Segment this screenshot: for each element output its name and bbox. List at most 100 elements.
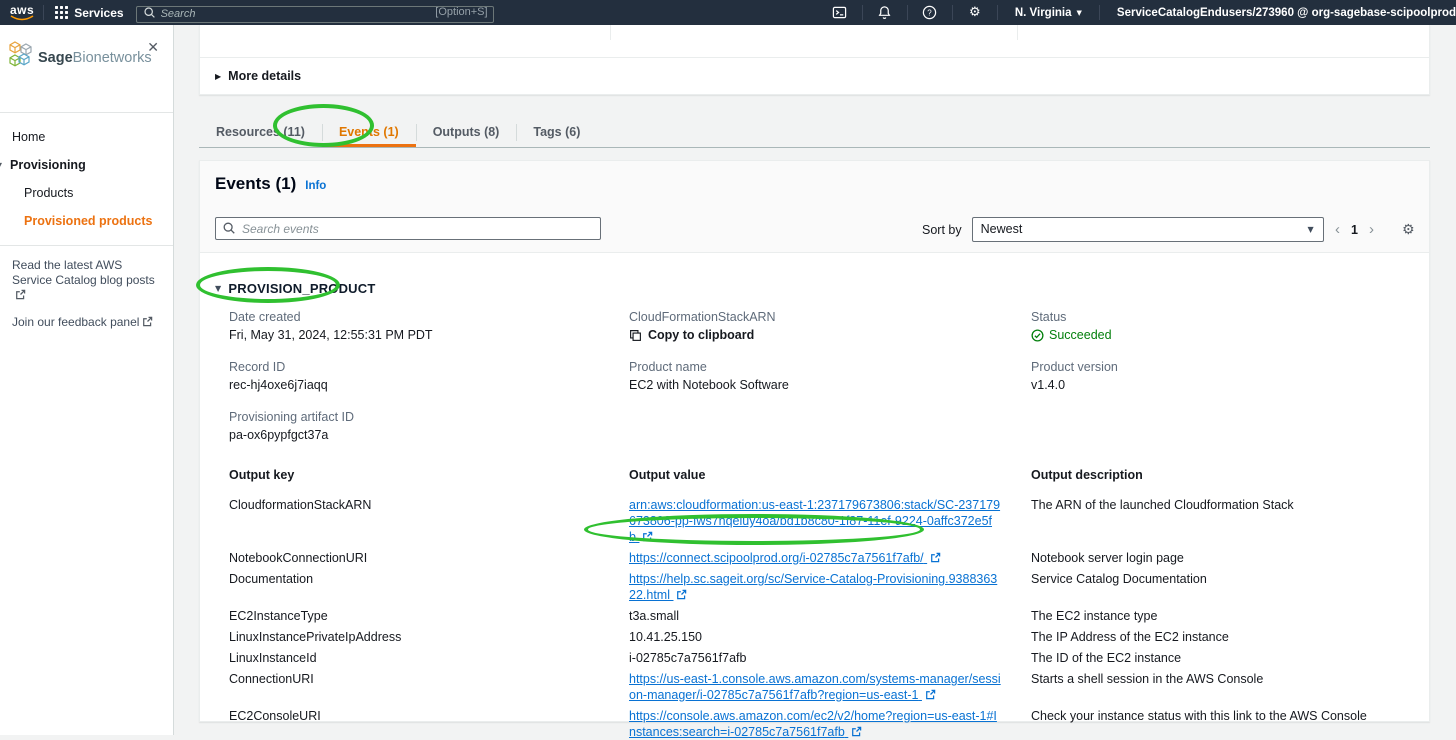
prev-page-button[interactable]: ‹ bbox=[1328, 218, 1347, 241]
output-value: t3a.small bbox=[629, 608, 1031, 624]
provision-product-toggle[interactable]: ▼ PROVISION_PRODUCT bbox=[215, 281, 1429, 296]
copy-icon bbox=[629, 329, 642, 342]
services-menu[interactable]: Services bbox=[53, 5, 123, 21]
column-header-output-value: Output value bbox=[629, 468, 1031, 492]
output-value: https://connect.scipoolprod.org/i-02785c… bbox=[629, 550, 1031, 566]
events-title: Events (1) bbox=[215, 174, 296, 194]
sidebar-item-provisioning[interactable]: ▾ Provisioning bbox=[0, 151, 173, 179]
output-description: Check your instance status with this lin… bbox=[1031, 708, 1415, 740]
chevron-down-icon: ▼ bbox=[1077, 9, 1082, 17]
more-details-toggle[interactable]: ▶ More details bbox=[215, 69, 301, 83]
services-grid-icon bbox=[53, 5, 69, 21]
svg-text:?: ? bbox=[928, 8, 933, 17]
output-key: Documentation bbox=[229, 571, 629, 603]
gear-icon: ⚙ bbox=[1402, 222, 1415, 238]
event-details: Date created Fri, May 31, 2024, 12:55:31… bbox=[215, 296, 1429, 460]
status-badge: Succeeded bbox=[1031, 327, 1399, 343]
events-card-body: ▼ PROVISION_PRODUCT Date created Fri, Ma… bbox=[200, 253, 1429, 740]
search-shortcut-hint: [Option+S] bbox=[435, 6, 487, 18]
tab-tags[interactable]: Tags (6) bbox=[516, 117, 597, 147]
region-selector[interactable]: N. Virginia ▼ bbox=[1007, 7, 1090, 19]
output-value: https://us-east-1.console.aws.amazon.com… bbox=[629, 671, 1031, 703]
tab-events[interactable]: Events (1) bbox=[322, 117, 416, 147]
account-menu[interactable]: ServiceCatalogEndusers/273960 @ org-sage… bbox=[1109, 7, 1456, 19]
output-description: The EC2 instance type bbox=[1031, 608, 1415, 624]
divider bbox=[997, 5, 998, 20]
external-link-icon bbox=[676, 589, 687, 600]
sidebar-links: Read the latest AWS Service Catalog blog… bbox=[0, 246, 173, 330]
field-record-id: Record ID rec-hj4oxe6j7iaqq bbox=[229, 360, 629, 393]
cloudshell-icon bbox=[832, 5, 847, 20]
topbar: aws Services [Option+S] ? ⚙ N. bbox=[0, 0, 1456, 25]
events-search bbox=[215, 217, 601, 240]
next-page-button[interactable]: › bbox=[1362, 218, 1381, 241]
check-circle-icon bbox=[1031, 329, 1044, 342]
copy-to-clipboard-button[interactable]: Copy to clipboard bbox=[629, 327, 1001, 343]
external-link-icon bbox=[642, 531, 653, 542]
external-link-icon bbox=[851, 726, 862, 737]
output-key: CloudformationStackARN bbox=[229, 497, 629, 545]
bell-icon bbox=[877, 5, 892, 20]
output-link[interactable]: https://help.sc.sageit.org/sc/Service-Ca… bbox=[629, 572, 997, 602]
sidebar-logo: SageBionetworks ✕ bbox=[0, 25, 173, 112]
tab-bar: Resources (11) Events (1) Outputs (8) Ta… bbox=[199, 117, 1430, 148]
sort-by-label: Sort by bbox=[922, 223, 962, 237]
aws-logo[interactable]: aws bbox=[10, 5, 34, 21]
output-key: EC2ConsoleURI bbox=[229, 708, 629, 740]
notifications-button[interactable] bbox=[872, 0, 898, 25]
divider bbox=[862, 5, 863, 20]
help-button[interactable]: ? bbox=[917, 0, 943, 25]
events-search-input[interactable] bbox=[215, 217, 601, 240]
field-product-version: Product version v1.4.0 bbox=[1031, 360, 1429, 393]
events-settings-button[interactable]: ⚙ bbox=[1396, 217, 1421, 242]
sort-select[interactable]: Newest ▼ bbox=[972, 217, 1324, 242]
output-link[interactable]: https://us-east-1.console.aws.amazon.com… bbox=[629, 672, 1001, 702]
gear-icon: ⚙ bbox=[969, 5, 981, 20]
output-value: i-02785c7a7561f7afb bbox=[629, 650, 1031, 666]
output-link[interactable]: arn:aws:cloudformation:us-east-1:2371796… bbox=[629, 498, 1000, 544]
global-search: [Option+S] bbox=[136, 4, 494, 21]
brand-name: SageBionetworks bbox=[38, 50, 152, 66]
divider bbox=[952, 5, 953, 20]
output-value: arn:aws:cloudformation:us-east-1:2371796… bbox=[629, 497, 1031, 545]
tab-outputs[interactable]: Outputs (8) bbox=[416, 117, 517, 147]
outputs-table: Output key Output value Output descripti… bbox=[215, 460, 1429, 740]
cloudshell-button[interactable] bbox=[827, 0, 853, 25]
sidebar-item-provisioned-products[interactable]: Provisioned products bbox=[0, 207, 173, 235]
field-stack-arn: CloudFormationStackARN Copy to clipboard bbox=[629, 310, 1031, 343]
sidebar-item-products[interactable]: Products bbox=[0, 179, 173, 207]
output-description: Notebook server login page bbox=[1031, 550, 1415, 566]
region-label: N. Virginia bbox=[1015, 7, 1072, 19]
column-header-output-description: Output description bbox=[1031, 468, 1415, 492]
output-value: 10.41.25.150 bbox=[629, 629, 1031, 645]
external-link-icon bbox=[15, 289, 26, 300]
aws-smile-icon bbox=[10, 15, 34, 21]
main-content: ▶ More details Resources (11) Events (1)… bbox=[174, 25, 1456, 735]
question-icon: ? bbox=[922, 5, 937, 20]
output-link[interactable]: https://connect.scipoolprod.org/i-02785c… bbox=[629, 551, 941, 565]
output-key: EC2InstanceType bbox=[229, 608, 629, 624]
events-card-header: Events (1) Info Sort by Newest ▼ ‹ 1 › bbox=[200, 161, 1429, 253]
feedback-link[interactable]: Join our feedback panel bbox=[12, 315, 161, 330]
divider bbox=[1017, 25, 1018, 40]
divider bbox=[907, 5, 908, 20]
close-icon[interactable]: ✕ bbox=[147, 41, 159, 55]
chevron-down-icon: ▼ bbox=[1307, 218, 1313, 241]
external-link-icon bbox=[142, 316, 153, 327]
divider bbox=[200, 57, 1429, 58]
settings-button[interactable]: ⚙ bbox=[962, 0, 988, 25]
field-artifact-id: Provisioning artifact ID pa-ox6pypfgct37… bbox=[229, 410, 629, 443]
output-key: LinuxInstancePrivateIpAddress bbox=[229, 629, 629, 645]
info-link[interactable]: Info bbox=[305, 180, 326, 192]
field-status: Status Succeeded bbox=[1031, 310, 1429, 343]
field-product-name: Product name EC2 with Notebook Software bbox=[629, 360, 1031, 393]
external-link-icon bbox=[925, 689, 936, 700]
tab-resources[interactable]: Resources (11) bbox=[199, 117, 322, 147]
events-card: Events (1) Info Sort by Newest ▼ ‹ 1 › bbox=[199, 160, 1430, 722]
sage-cubes-icon bbox=[8, 40, 35, 75]
chevron-down-icon: ▼ bbox=[215, 284, 221, 293]
blog-link[interactable]: Read the latest AWS Service Catalog blog… bbox=[12, 258, 161, 303]
sidebar-item-home[interactable]: Home bbox=[0, 123, 173, 151]
page-number: 1 bbox=[1347, 223, 1362, 237]
divider bbox=[1099, 5, 1100, 20]
